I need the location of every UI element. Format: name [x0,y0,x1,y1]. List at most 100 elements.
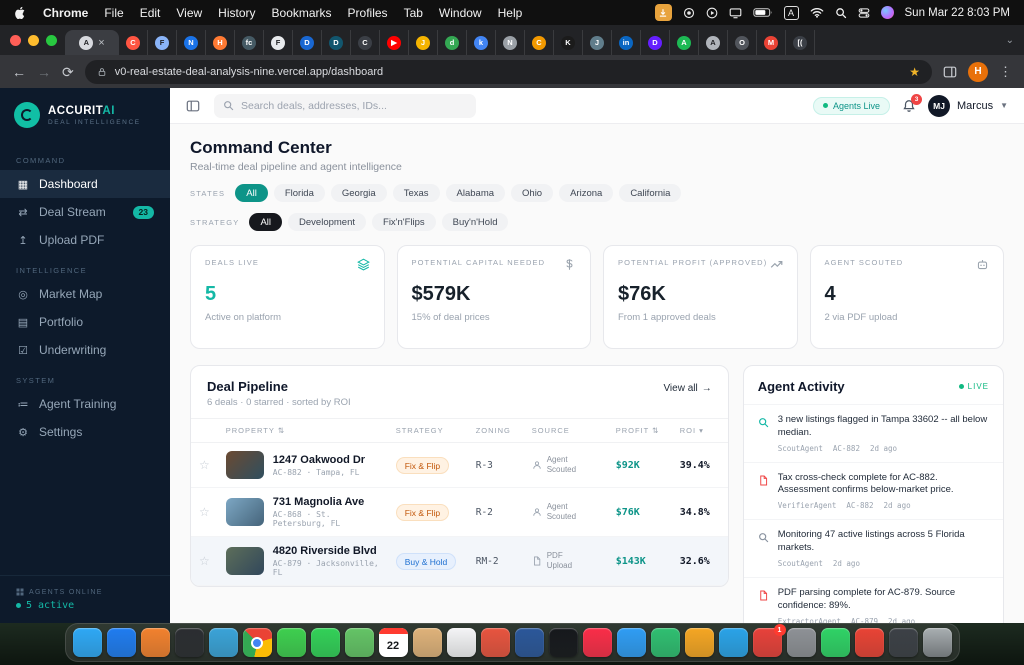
browser-tab[interactable]: D [641,30,670,55]
view-all-link[interactable]: View all → [663,383,711,394]
dock-icon-photo[interactable] [888,628,918,657]
url-bar[interactable]: v0-real-estate-deal-analysis-nine.vercel… [84,59,932,84]
dock-icon-telegram[interactable] [718,628,748,657]
sidebar-item-portfolio[interactable]: ▤ Portfolio [0,308,170,336]
strategy-filter-pill-fix-n-flips[interactable]: Fix'n'Flips [372,213,436,231]
menubar-wifi-icon[interactable] [810,7,824,18]
menu-window[interactable]: Window [439,6,482,20]
dock-icon-finder[interactable] [72,628,102,657]
sidebar-item-upload-pdf[interactable]: ↥ Upload PDF [0,226,170,254]
tab-close-icon[interactable]: × [98,37,104,49]
browser-tab[interactable]: D [322,30,351,55]
search-input[interactable] [241,99,467,112]
menubar-app-name[interactable]: Chrome [43,6,88,20]
dock-icon-reminders[interactable] [446,628,476,657]
browser-tab[interactable]: C [525,30,554,55]
browser-tab[interactable]: N [496,30,525,55]
menubar-search-icon[interactable] [835,7,847,19]
menubar-play-icon[interactable] [706,7,718,19]
menu-file[interactable]: File [104,6,123,20]
menu-view[interactable]: View [176,6,202,20]
dock-icon-code[interactable] [174,628,204,657]
star-icon[interactable]: ☆ [199,505,210,519]
site-info-lock-icon[interactable] [97,67,107,77]
sidebar-item-agent-training[interactable]: ≔ Agent Training [0,390,170,418]
menubar-record-icon[interactable] [683,7,695,19]
sidebar-item-underwriting[interactable]: ☑ Underwriting [0,336,170,364]
activity-item[interactable]: Tax cross-check complete for AC-882. Ass… [743,461,1003,520]
dock-icon-chrome[interactable] [242,628,272,657]
browser-menu-icon[interactable]: ⋮ [999,64,1012,80]
star-icon[interactable]: ☆ [199,554,210,568]
menubar-download-app-icon[interactable] [654,4,672,21]
browser-tab[interactable]: A [699,30,728,55]
column-header-profit[interactable]: PROFIT ⇅ [607,418,672,443]
dock-icon-alert[interactable]: 1 [752,624,786,657]
browser-tab[interactable]: C [351,30,380,55]
state-filter-pill-florida[interactable]: Florida [273,184,325,202]
dock-icon-facetime[interactable] [310,628,340,657]
activity-item[interactable]: PDF parsing complete for AC-879. Source … [743,576,1003,623]
browser-tab[interactable]: F [264,30,293,55]
notifications-button[interactable]: 3 [902,93,923,113]
dock-icon-pencil[interactable] [684,628,714,657]
browser-tab[interactable]: J [409,30,438,55]
reload-button[interactable]: ⟳ [62,65,74,79]
dock-icon-pages[interactable] [480,628,510,657]
pipeline-row[interactable]: ☆ 1247 Oakwood Dr AC-882 · Tampa, FL Fix & … [191,442,728,488]
state-filter-pill-texas[interactable]: Texas [392,184,440,202]
user-menu[interactable]: MJ Marcus ▼ [928,94,1008,117]
sidebar-item-settings[interactable]: ⚙ Settings [0,418,170,446]
menubar-input-source-icon[interactable]: A [783,5,799,20]
minimize-window-button[interactable] [28,35,39,46]
apple-menu-icon[interactable] [14,6,27,19]
state-filter-pill-arizona[interactable]: Arizona [559,184,614,202]
sidebar-item-dashboard[interactable]: ▦ Dashboard [0,170,170,198]
browser-tab[interactable]: A [670,30,699,55]
back-button[interactable]: ← [12,65,26,79]
dock-icon-settings[interactable] [786,628,816,657]
side-panel-icon[interactable] [943,65,957,79]
star-icon[interactable]: ☆ [199,458,210,472]
dock-icon-music[interactable] [582,628,612,657]
browser-tab[interactable]: fc [235,30,264,55]
browser-tab[interactable]: J [583,30,612,55]
dock-icon-mail[interactable] [208,628,238,657]
dock-icon-safari[interactable] [106,628,136,657]
strategy-filter-pill-development[interactable]: Development [288,213,367,231]
agents-live-pill[interactable]: Agents Live [812,96,891,115]
dock-icon-launchpad[interactable] [140,628,170,657]
state-filter-pill-california[interactable]: California [619,184,682,202]
state-filter-pill-alabama[interactable]: Alabama [445,184,506,202]
menubar-siri-icon[interactable] [880,6,894,19]
dock-icon-gmail[interactable] [854,628,884,657]
dock-icon-notes[interactable] [412,628,442,657]
sidebar-toggle-icon[interactable] [186,99,200,113]
menu-bookmarks[interactable]: Bookmarks [272,6,332,20]
activity-item[interactable]: Monitoring 47 active listings across 5 F… [743,519,1003,577]
menu-profiles[interactable]: Profiles [348,6,388,20]
dock-icon-maps[interactable] [344,628,374,657]
menu-help[interactable]: Help [498,6,523,20]
browser-tab[interactable]: H [206,30,235,55]
menubar-display-icon[interactable] [729,7,742,19]
browser-tab[interactable]: K [554,30,583,55]
browser-tab[interactable]: d [438,30,467,55]
browser-tab[interactable]: A × [65,30,119,55]
pipeline-row[interactable]: ☆ 4820 Riverside Blvd AC-879 · Jacksonvill… [191,536,728,586]
forward-button[interactable]: → [37,65,51,79]
close-window-button[interactable] [10,35,21,46]
browser-tab[interactable]: N [177,30,206,55]
browser-tab[interactable]: ▶ [380,30,409,55]
dock-icon-stocks[interactable] [650,628,680,657]
menubar-control-center-icon[interactable] [858,7,870,19]
dock-icon-photos[interactable] [616,628,646,657]
activity-item[interactable]: 3 new listings flagged in Tampa 33602 --… [743,404,1003,462]
dock-icon-word[interactable] [514,628,544,657]
menu-edit[interactable]: Edit [140,6,161,20]
strategy-filter-pill-buy-n-hold[interactable]: Buy'n'Hold [441,213,509,231]
browser-tab[interactable]: in [612,30,641,55]
dock-icon-messages[interactable] [276,628,306,657]
state-filter-pill-georgia[interactable]: Georgia [330,184,387,202]
browser-tab[interactable]: C [119,30,148,55]
